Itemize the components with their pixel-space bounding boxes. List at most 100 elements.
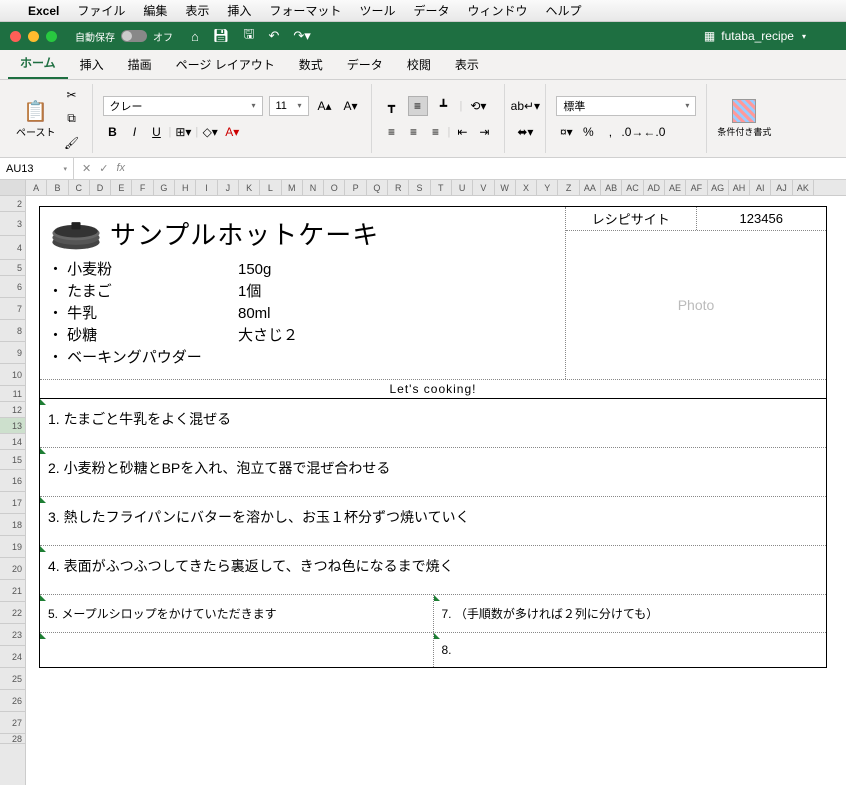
col-header[interactable]: H — [175, 180, 196, 195]
merge-cells-icon[interactable]: ⬌▾ — [515, 122, 535, 142]
row-header[interactable]: 10 — [0, 364, 25, 386]
col-header[interactable]: R — [388, 180, 409, 195]
underline-button[interactable]: U — [147, 122, 167, 142]
col-header[interactable]: X — [516, 180, 537, 195]
row-header[interactable]: 26 — [0, 690, 25, 712]
col-header[interactable]: G — [154, 180, 175, 195]
align-bottom-icon[interactable]: ┻ — [434, 96, 454, 116]
menu-data[interactable]: データ — [413, 2, 449, 19]
row-header[interactable]: 20 — [0, 558, 25, 580]
row-header[interactable]: 9 — [0, 342, 25, 364]
col-header[interactable]: Z — [558, 180, 579, 195]
col-header[interactable]: V — [473, 180, 494, 195]
fill-color-button[interactable]: ◇▾ — [200, 122, 220, 142]
row-header[interactable]: 15 — [0, 450, 25, 470]
app-name[interactable]: Excel — [28, 4, 59, 18]
tab-draw[interactable]: 描画 — [116, 50, 164, 79]
row-header[interactable]: 8 — [0, 320, 25, 342]
row-header[interactable]: 18 — [0, 514, 25, 536]
col-header[interactable]: AG — [708, 180, 729, 195]
minimize-icon[interactable] — [28, 31, 39, 42]
col-header[interactable]: A — [26, 180, 47, 195]
row-header[interactable]: 5 — [0, 260, 25, 276]
align-middle-icon[interactable]: ≡ — [408, 96, 428, 116]
row-header[interactable]: 4 — [0, 236, 25, 260]
increase-indent-icon[interactable]: ⇥ — [474, 122, 494, 142]
cut-icon[interactable]: ✂ — [62, 85, 82, 105]
col-header[interactable]: Y — [537, 180, 558, 195]
row-header[interactable]: 28 — [0, 734, 25, 744]
menu-tools[interactable]: ツール — [359, 2, 395, 19]
col-header[interactable]: D — [90, 180, 111, 195]
col-header[interactable]: M — [282, 180, 303, 195]
align-top-icon[interactable]: ┳ — [382, 96, 402, 116]
row-header[interactable]: 13 — [0, 418, 25, 434]
row-header[interactable]: 25 — [0, 668, 25, 690]
decrease-font-icon[interactable]: A▾ — [341, 96, 361, 116]
save-as-icon[interactable]: 🖫 — [243, 25, 254, 47]
comma-icon[interactable]: , — [600, 122, 620, 142]
row-header[interactable]: 24 — [0, 646, 25, 668]
row-header[interactable]: 21 — [0, 580, 25, 602]
row-header[interactable]: 11 — [0, 386, 25, 402]
align-right-icon[interactable]: ≡ — [426, 122, 446, 142]
col-header[interactable]: B — [47, 180, 68, 195]
orientation-icon[interactable]: ⟲▾ — [468, 96, 488, 116]
row-header[interactable]: 16 — [0, 470, 25, 492]
border-button[interactable]: ⊞▾ — [173, 122, 193, 142]
col-header[interactable]: C — [69, 180, 90, 195]
decrease-indent-icon[interactable]: ⇤ — [452, 122, 472, 142]
menu-view[interactable]: 表示 — [185, 2, 209, 19]
accept-formula-icon[interactable]: ✓ — [99, 162, 108, 175]
col-header[interactable]: F — [132, 180, 153, 195]
name-box[interactable]: AU13 — [0, 158, 74, 179]
col-header[interactable]: AI — [750, 180, 771, 195]
col-header[interactable]: P — [345, 180, 366, 195]
col-header[interactable]: AH — [729, 180, 750, 195]
row-header[interactable]: 7 — [0, 298, 25, 320]
row-header[interactable]: 2 — [0, 196, 25, 212]
col-header[interactable]: Q — [367, 180, 388, 195]
col-header[interactable]: O — [324, 180, 345, 195]
undo-icon[interactable]: ↶ — [268, 28, 279, 44]
menu-format[interactable]: フォーマット — [269, 2, 341, 19]
close-icon[interactable] — [10, 31, 21, 42]
col-header[interactable]: U — [452, 180, 473, 195]
font-name-select[interactable]: クレー — [103, 96, 263, 116]
redo-icon[interactable]: ↷▾ — [293, 28, 310, 44]
col-header[interactable]: AE — [665, 180, 686, 195]
currency-icon[interactable]: ¤▾ — [556, 122, 576, 142]
home-icon[interactable]: ⌂ — [191, 29, 199, 44]
menu-help[interactable]: ヘルプ — [545, 2, 581, 19]
tab-view[interactable]: 表示 — [443, 50, 491, 79]
align-left-icon[interactable]: ≡ — [382, 122, 402, 142]
align-center-icon[interactable]: ≡ — [404, 122, 424, 142]
row-header[interactable]: 19 — [0, 536, 25, 558]
col-header[interactable]: W — [495, 180, 516, 195]
col-header[interactable]: AD — [644, 180, 665, 195]
document-title[interactable]: ▦ futaba_recipe — [704, 29, 806, 43]
col-header[interactable]: AC — [622, 180, 643, 195]
col-header[interactable]: AJ — [771, 180, 792, 195]
menu-insert[interactable]: 挿入 — [227, 2, 251, 19]
tab-home[interactable]: ホーム — [8, 48, 68, 79]
row-header[interactable]: 23 — [0, 624, 25, 646]
row-header[interactable]: 27 — [0, 712, 25, 734]
font-color-button[interactable]: A▾ — [222, 122, 242, 142]
sheet-canvas[interactable]: サンプルホットケーキ ・ 小麦粉150g・ たまご1個・ 牛乳80ml・ 砂糖大… — [26, 196, 846, 785]
italic-button[interactable]: I — [125, 122, 145, 142]
col-header[interactable]: J — [218, 180, 239, 195]
col-header[interactable]: E — [111, 180, 132, 195]
select-all-corner[interactable] — [0, 180, 26, 195]
col-header[interactable]: AB — [601, 180, 622, 195]
row-header[interactable]: 17 — [0, 492, 25, 514]
toggle-icon[interactable] — [121, 30, 147, 42]
row-header[interactable]: 22 — [0, 602, 25, 624]
row-header[interactable]: 3 — [0, 212, 25, 236]
menu-window[interactable]: ウィンドウ — [467, 2, 527, 19]
row-header[interactable]: 6 — [0, 276, 25, 298]
col-header[interactable]: L — [260, 180, 281, 195]
save-icon[interactable]: 💾︎ — [213, 28, 230, 44]
col-header[interactable]: S — [409, 180, 430, 195]
col-header[interactable]: I — [196, 180, 217, 195]
